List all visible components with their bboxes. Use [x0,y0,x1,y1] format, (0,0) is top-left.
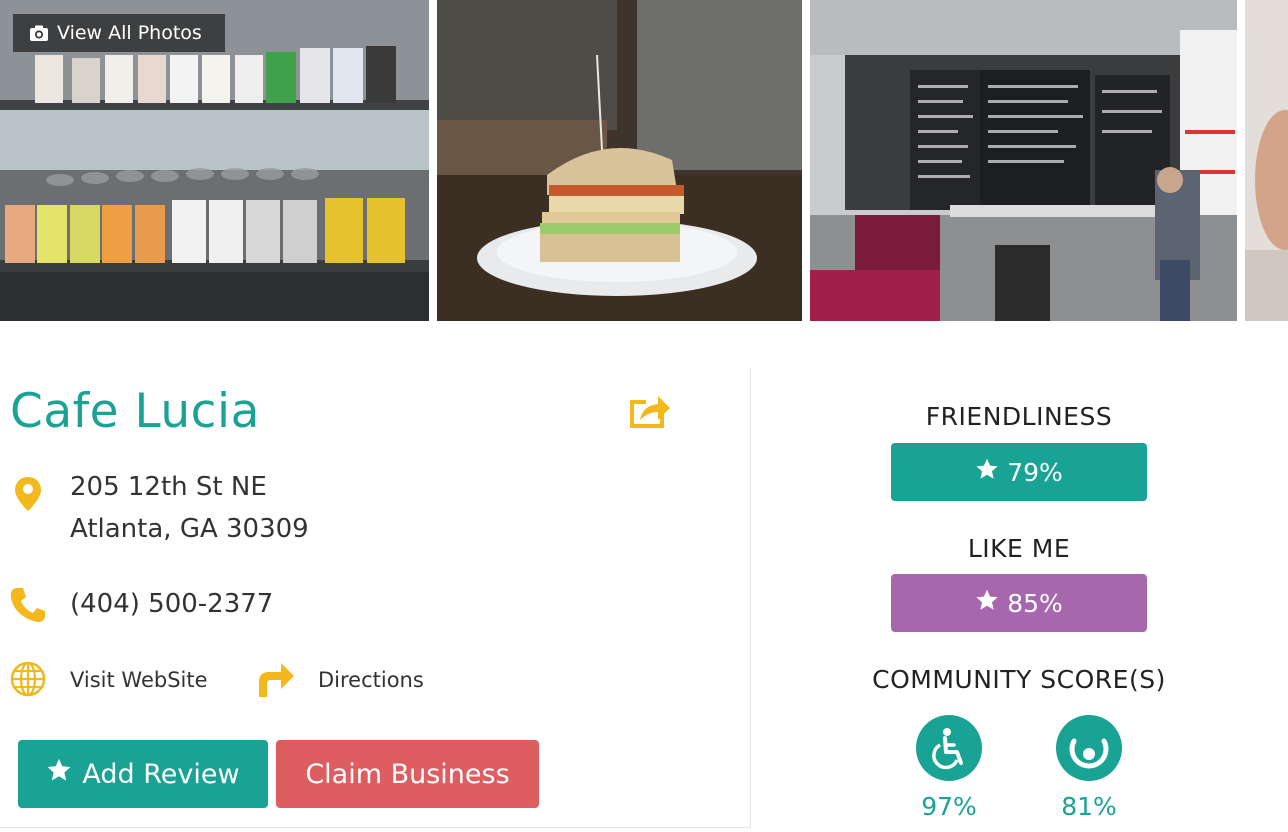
circle-score-icon[interactable] [1056,715,1122,781]
directions-arrow-icon[interactable] [255,660,295,702]
photo-cafe-interior[interactable] [810,0,1237,321]
add-review-label: Add Review [82,758,240,790]
view-all-photos-button[interactable]: View All Photos [13,14,225,52]
phone-icon [9,586,47,628]
share-icon[interactable] [628,390,672,430]
star-icon [975,589,999,618]
like-me-score-badge: 85% [891,574,1147,632]
camera-icon [29,25,49,42]
add-review-button[interactable]: Add Review [18,740,268,808]
second-community-score-value: 81% [1061,792,1117,821]
friendliness-score-badge: 79% [891,443,1147,501]
directions-link[interactable]: Directions [318,668,424,692]
claim-business-label: Claim Business [305,758,510,790]
address-line-2: Atlanta, GA 30309 [70,514,309,544]
visit-website-link[interactable]: Visit WebSite [70,668,208,692]
friendliness-value: 79% [1007,457,1063,487]
panel-divider [750,368,751,828]
like-me-label: LIKE ME [967,534,1071,563]
map-pin-icon [14,476,42,516]
photo-gallery: View All Photos [0,0,1288,321]
accessibility-score-value: 97% [921,792,977,821]
photo-partial[interactable] [1245,0,1288,321]
phone-number[interactable]: (404) 500-2377 [70,589,273,619]
star-icon [46,758,72,790]
view-all-photos-label: View All Photos [57,22,202,44]
photo-drinks-fridge[interactable]: View All Photos [0,0,429,321]
community-score-label: COMMUNITY SCORE(S) [872,665,1166,694]
wheelchair-icon[interactable] [916,715,982,781]
friendliness-label: FRIENDLINESS [925,402,1113,431]
business-name: Cafe Lucia [10,384,260,439]
bottom-divider [0,827,750,828]
like-me-value: 85% [1007,588,1063,618]
photo-sandwich[interactable] [437,0,802,321]
claim-business-button[interactable]: Claim Business [276,740,539,808]
address-line-1: 205 12th St NE [70,472,267,502]
globe-icon[interactable] [10,661,46,701]
star-icon [975,458,999,487]
